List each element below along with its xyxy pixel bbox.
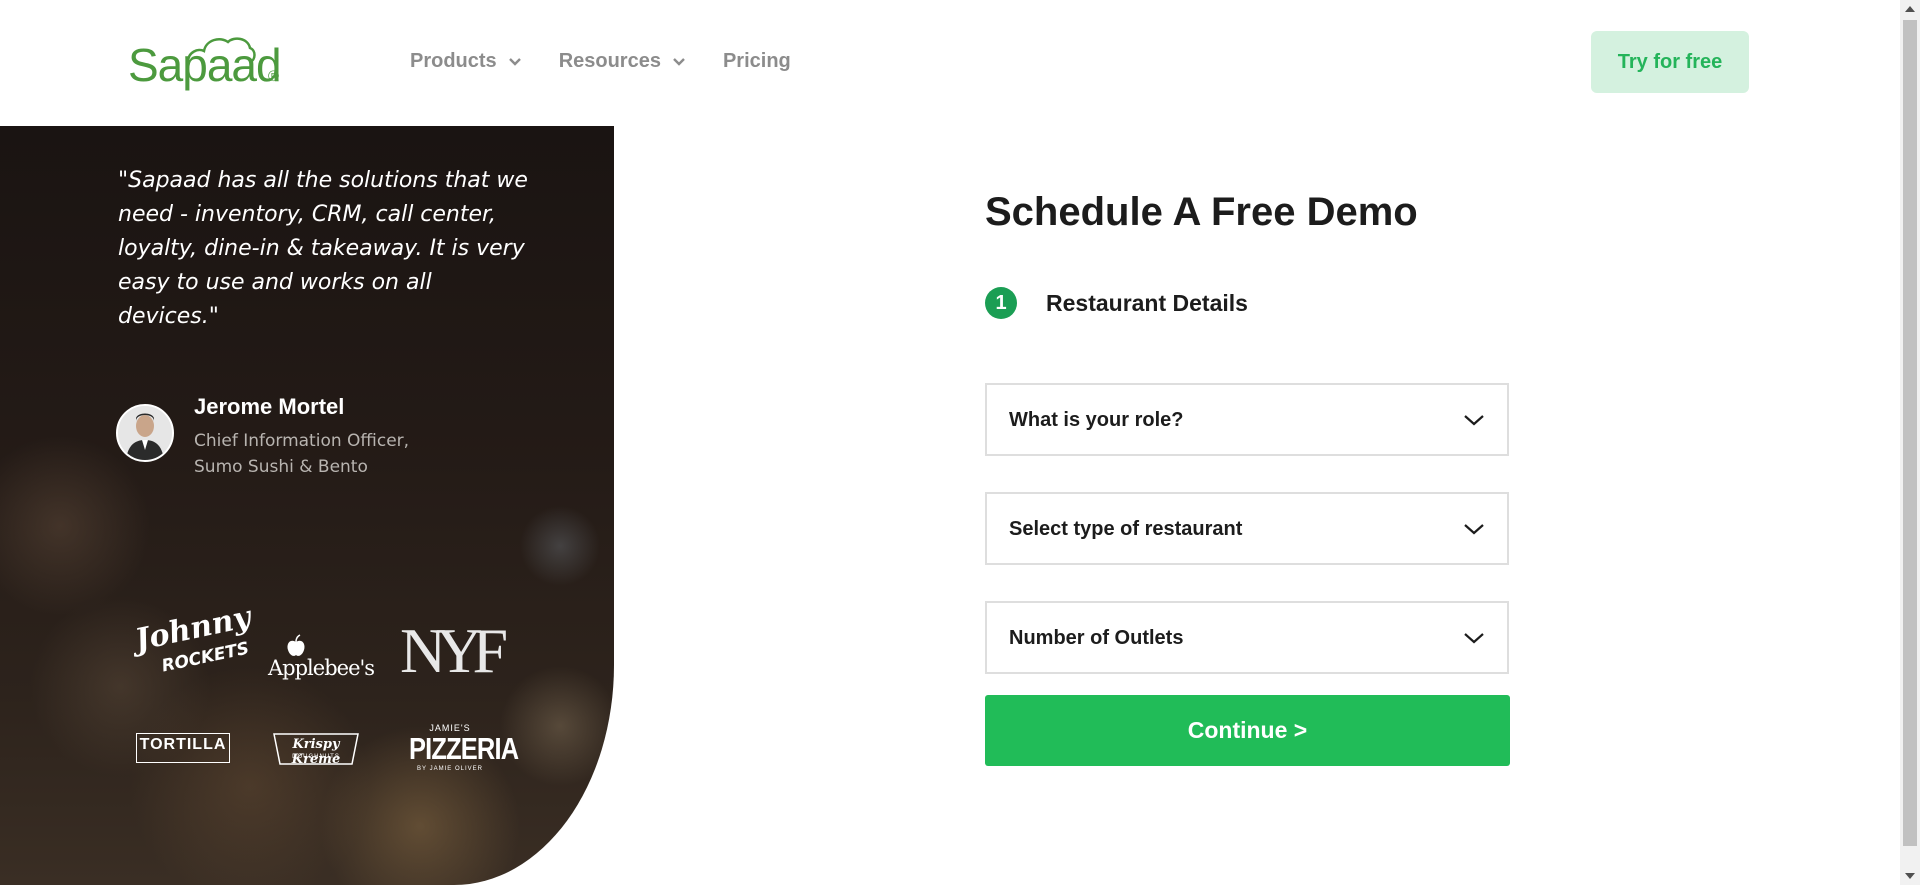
step-number-badge: 1	[985, 287, 1017, 319]
role-select[interactable]: What is your role?	[985, 383, 1509, 456]
brand-jamies-pizzeria: JAMIE'S PIZZERIA BY JAMIE OLIVER	[400, 723, 519, 783]
author-title-line1: Chief Information Officer,	[194, 431, 410, 451]
testimonial-quote: "Sapaad has all the solutions that we ne…	[118, 168, 528, 329]
brand-nyf-label: NYF	[400, 615, 508, 686]
scroll-up-icon[interactable]	[1905, 6, 1915, 12]
try-for-free-button[interactable]: Try for free	[1591, 31, 1749, 93]
sapaad-logo[interactable]: Sapaad ®	[128, 28, 288, 98]
testimonial-panel: "Sapaad has all the solutions that we ne…	[0, 126, 614, 885]
scrollbar-thumb[interactable]	[1903, 20, 1917, 846]
brand-johnny-rockets: Johnny ROCKETS	[132, 600, 254, 694]
step-label: Restaurant Details	[1046, 290, 1248, 316]
chevron-down-icon	[508, 57, 521, 66]
registered-mark: ®	[268, 68, 280, 85]
nav-resources-label: Resources	[558, 50, 661, 72]
nav-pricing[interactable]: Pricing	[723, 50, 791, 73]
chevron-down-icon	[1464, 415, 1484, 426]
scroll-down-icon[interactable]	[1905, 873, 1915, 879]
person-icon	[118, 406, 172, 460]
author-title-line2: Sumo Sushi & Bento	[194, 457, 368, 477]
avatar	[116, 404, 174, 462]
brand-tortilla-label: TORTILLA	[139, 736, 227, 753]
nav-resources[interactable]: Resources	[559, 50, 687, 73]
brand-jamies-line3: BY JAMIE OLIVER	[417, 766, 483, 772]
author-name: Jerome Mortel	[194, 394, 345, 419]
site-header: Sapaad ® Products Resources Pricing Try …	[0, 0, 1900, 126]
nav-products[interactable]: Products	[410, 50, 523, 73]
role-select-label: What is your role?	[1009, 409, 1184, 431]
apple-icon	[287, 634, 305, 656]
chevron-down-icon	[1464, 524, 1484, 535]
brand-tortilla: TORTILLA	[136, 733, 230, 763]
continue-button[interactable]: Continue >	[985, 695, 1510, 766]
brand-krispy-kreme-sub: DOUGHNUTS	[292, 754, 340, 760]
restaurant-type-label: Select type of restaurant	[1009, 518, 1243, 540]
chevron-down-icon	[1464, 633, 1484, 644]
brand-nyf: NYF	[400, 614, 508, 694]
brand-applebees: Applebee's	[268, 634, 375, 684]
nav-pricing-label: Pricing	[722, 50, 791, 72]
main-nav: Products Resources Pricing	[410, 50, 827, 73]
chevron-down-icon	[673, 57, 685, 66]
page-title: Schedule A Free Demo	[985, 190, 1418, 234]
brand-krispy-kreme-label: Krispy Kreme	[291, 737, 341, 767]
brand-applebees-label: Applebee's	[268, 656, 375, 680]
page-scrollbar[interactable]	[1900, 0, 1920, 885]
author-title: Chief Information Officer, Sumo Sushi & …	[194, 428, 454, 480]
outlets-select[interactable]: Number of Outlets	[985, 601, 1509, 674]
brand-jamies-line2: PIZZERIA	[409, 731, 519, 766]
outlets-select-label: Number of Outlets	[1009, 627, 1184, 649]
nav-products-label: Products	[410, 50, 497, 72]
restaurant-type-select[interactable]: Select type of restaurant	[985, 492, 1509, 565]
brand-krispy-kreme: Krispy Kreme DOUGHNUTS	[268, 732, 364, 767]
logo-wordmark: Sapaad	[128, 39, 282, 91]
